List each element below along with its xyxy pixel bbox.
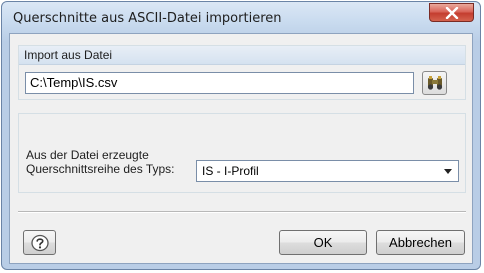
help-button[interactable] xyxy=(23,230,56,255)
section-type-select[interactable]: IS - I-Profil xyxy=(196,160,459,182)
section-type-group: Aus der Datei erzeugte Querschnittsreihe… xyxy=(18,113,466,193)
ok-button[interactable]: OK xyxy=(279,230,367,255)
divider xyxy=(18,211,466,213)
file-path-input[interactable]: C:\Temp\IS.csv xyxy=(25,72,414,94)
browse-button[interactable] xyxy=(422,71,447,95)
import-file-group-header: Import aus Datei xyxy=(19,46,465,65)
dialog-window: Querschnitte aus ASCII-Datei importieren… xyxy=(1,1,481,270)
chevron-down-icon[interactable] xyxy=(444,169,452,174)
binoculars-icon xyxy=(427,76,442,90)
title-bar[interactable]: Querschnitte aus ASCII-Datei importieren xyxy=(2,2,480,34)
window-title: Querschnitte aus ASCII-Datei importieren xyxy=(13,11,282,26)
close-x-icon xyxy=(445,6,458,19)
close-button[interactable] xyxy=(429,3,474,22)
section-type-select-value: IS - I-Profil xyxy=(202,164,259,178)
section-type-label: Aus der Datei erzeugte Querschnittsreihe… xyxy=(26,148,175,176)
help-icon xyxy=(30,234,49,251)
import-file-group: Import aus Datei C:\Temp\IS.csv xyxy=(18,45,466,100)
cancel-button[interactable]: Abbrechen xyxy=(376,230,465,255)
dialog-client-area: Import aus Datei C:\Temp\IS.csv Aus der … xyxy=(9,33,473,264)
